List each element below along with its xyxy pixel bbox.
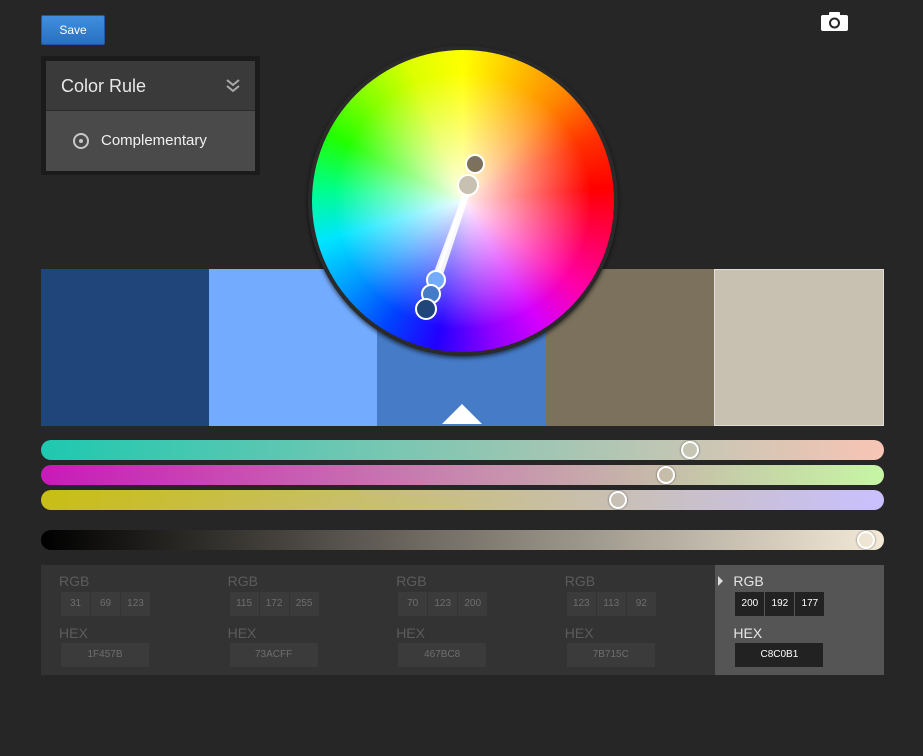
rgb-g-field[interactable]: 113 [596, 592, 626, 616]
color-rule-title: Color Rule [61, 76, 147, 96]
hex-label: HEX [59, 625, 88, 641]
rule-option-complementary[interactable]: Complementary [46, 111, 255, 171]
color-values-1: RGB 31 69 123 HEX 1F457B [41, 565, 210, 675]
handle-swatch-1[interactable] [415, 298, 437, 320]
double-chevron-down-icon[interactable] [225, 77, 241, 93]
hex-field[interactable]: 1F457B [61, 643, 149, 667]
slider-channel-3[interactable] [41, 490, 884, 510]
color-values-5: RGB 200 192 177 HEX C8C0B1 [715, 565, 884, 675]
color-wheel-handles [415, 154, 485, 320]
hex-field[interactable]: 7B715C [566, 643, 655, 667]
active-arrow-icon [718, 576, 724, 586]
base-color-marker-icon [442, 404, 482, 424]
swatch-5[interactable] [713, 269, 885, 426]
slider-channel-3-knob[interactable] [609, 491, 628, 509]
rgb-g-field[interactable]: 123 [428, 592, 458, 616]
color-wheel[interactable] [308, 46, 618, 356]
color-rule-panel: Color Rule Complementary [41, 56, 260, 175]
rgb-g-field[interactable]: 172 [259, 592, 289, 616]
rgb-label: RGB [396, 573, 427, 589]
slider-channel-2-knob[interactable] [657, 466, 676, 484]
rgb-b-field[interactable]: 123 [121, 592, 150, 616]
save-button[interactable]: Save [41, 15, 105, 45]
color-values-2: RGB 115 172 255 HEX 73ACFF [210, 565, 379, 675]
rgb-label: RGB [733, 573, 764, 589]
rgb-label: RGB [227, 573, 258, 589]
radio-selected-icon[interactable] [73, 133, 89, 149]
swatch-1[interactable] [41, 269, 210, 426]
rgb-r-field[interactable]: 31 [61, 592, 90, 616]
hex-field[interactable]: 467BC8 [398, 643, 487, 667]
rgb-r-field[interactable]: 115 [229, 592, 259, 616]
hex-label: HEX [564, 625, 594, 641]
rgb-b-field[interactable]: 92 [626, 592, 656, 616]
rgb-g-field[interactable]: 192 [765, 592, 795, 616]
slider-channel-2[interactable] [41, 465, 884, 485]
slider-brightness-knob[interactable] [856, 531, 875, 549]
color-values-3: RGB 70 123 200 HEX 467BC8 [378, 565, 547, 675]
hex-field[interactable]: C8C0B1 [735, 643, 824, 667]
slider-channel-1-knob[interactable] [681, 441, 700, 459]
rgb-r-field[interactable]: 70 [398, 592, 428, 616]
rgb-label: RGB [59, 573, 90, 589]
rule-option-label: Complementary [101, 132, 207, 149]
rgb-r-field[interactable]: 200 [735, 592, 765, 616]
handle-swatch-4[interactable] [465, 154, 485, 174]
slider-brightness[interactable] [41, 530, 884, 550]
rgb-g-field[interactable]: 69 [91, 592, 120, 616]
rgb-b-field[interactable]: 177 [795, 592, 825, 616]
hex-label: HEX [227, 625, 257, 641]
hex-label: HEX [396, 625, 425, 641]
color-values-panel: RGB 31 69 123 HEX 1F457B RGB 115 172 255… [41, 565, 884, 675]
slider-channel-1[interactable] [41, 440, 884, 460]
color-rule-header[interactable]: Color Rule [46, 61, 255, 111]
rgb-b-field[interactable]: 255 [289, 592, 319, 616]
color-values-4: RGB 123 113 92 HEX 7B715C [547, 565, 716, 675]
rgb-b-field[interactable]: 200 [458, 592, 488, 616]
rgb-label: RGB [564, 573, 596, 589]
hex-field[interactable]: 73ACFF [229, 643, 318, 667]
handle-swatch-5[interactable] [457, 174, 479, 196]
rgb-r-field[interactable]: 123 [566, 592, 596, 616]
camera-icon[interactable] [820, 11, 849, 32]
hex-label: HEX [733, 625, 763, 641]
